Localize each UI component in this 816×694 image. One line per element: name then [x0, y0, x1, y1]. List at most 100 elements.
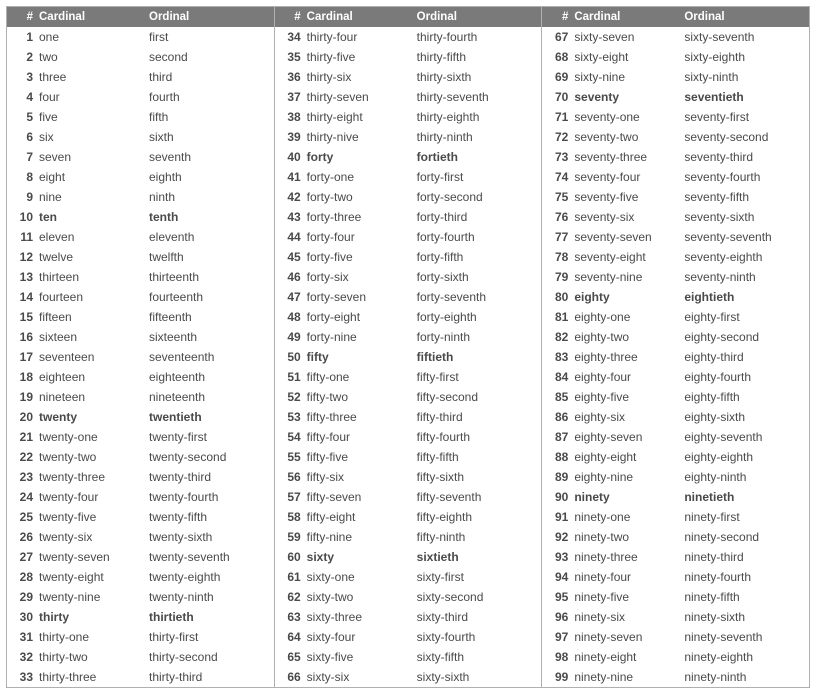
cell-ordinal: ninety-eighth — [680, 650, 809, 664]
cell-cardinal: eighty-three — [570, 350, 680, 364]
cell-cardinal: thirteen — [35, 270, 145, 284]
cell-cardinal: forty-eight — [303, 310, 413, 324]
cell-num: 13 — [7, 270, 35, 284]
table-row: 7sevenseventh — [7, 147, 274, 167]
cell-num: 54 — [275, 430, 303, 444]
cell-cardinal: eighty-six — [570, 410, 680, 424]
table-row: 49forty-nineforty-ninth — [275, 327, 542, 347]
cell-num: 63 — [275, 610, 303, 624]
cell-cardinal: forty-two — [303, 190, 413, 204]
cell-num: 4 — [7, 90, 35, 104]
cell-num: 97 — [542, 630, 570, 644]
cell-num: 11 — [7, 230, 35, 244]
cell-cardinal: seventy-four — [570, 170, 680, 184]
cell-cardinal: eighty-eight — [570, 450, 680, 464]
cell-cardinal: forty-four — [303, 230, 413, 244]
table-row: 69sixty-ninesixty-ninth — [542, 67, 809, 87]
cell-ordinal: twenty-sixth — [145, 530, 274, 544]
table-row: 62sixty-twosixty-second — [275, 587, 542, 607]
table-row: 81eighty-oneeighty-first — [542, 307, 809, 327]
cell-ordinal: fifteenth — [145, 310, 274, 324]
cell-cardinal: ninety-eight — [570, 650, 680, 664]
table-row: 60sixtysixtieth — [275, 547, 542, 567]
cell-num: 19 — [7, 390, 35, 404]
table-row: 65sixty-fivesixty-fifth — [275, 647, 542, 667]
cell-ordinal: sixty-seventh — [680, 30, 809, 44]
table-row: 94ninety-fourninety-fourth — [542, 567, 809, 587]
table-row: 86eighty-sixeighty-sixth — [542, 407, 809, 427]
table-row: 45forty-fiveforty-fifth — [275, 247, 542, 267]
cell-ordinal: thirtieth — [145, 610, 274, 624]
table-row: 76seventy-sixseventy-sixth — [542, 207, 809, 227]
table-row: 1onefirst — [7, 27, 274, 47]
cell-ordinal: seventy-third — [680, 150, 809, 164]
cell-num: 45 — [275, 250, 303, 264]
cell-num: 37 — [275, 90, 303, 104]
cell-cardinal: three — [35, 70, 145, 84]
table-row: 59fifty-ninefifty-ninth — [275, 527, 542, 547]
header-num: # — [542, 11, 570, 23]
cell-ordinal: ninety-sixth — [680, 610, 809, 624]
table-row: 78seventy-eightseventy-eighth — [542, 247, 809, 267]
table-row: 17seventeenseventeenth — [7, 347, 274, 367]
cell-ordinal: eightieth — [680, 290, 809, 304]
cell-ordinal: sixty-first — [413, 570, 542, 584]
header-cardinal: Cardinal — [570, 11, 680, 23]
cell-cardinal: twenty-nine — [35, 590, 145, 604]
cell-cardinal: nineteen — [35, 390, 145, 404]
cell-ordinal: eighty-seventh — [680, 430, 809, 444]
cell-cardinal: fifteen — [35, 310, 145, 324]
cell-cardinal: twenty-five — [35, 510, 145, 524]
table-row: 43forty-threeforty-third — [275, 207, 542, 227]
cell-ordinal: eighty-fourth — [680, 370, 809, 384]
cell-ordinal: sixtieth — [413, 550, 542, 564]
header-ordinal: Ordinal — [145, 11, 274, 23]
table-row: 18eighteeneighteenth — [7, 367, 274, 387]
cell-ordinal: sixty-ninth — [680, 70, 809, 84]
cell-ordinal: fifty-third — [413, 410, 542, 424]
table-row: 38thirty-eightthirty-eighth — [275, 107, 542, 127]
table-row: 93ninety-threeninety-third — [542, 547, 809, 567]
cell-cardinal: ninety-six — [570, 610, 680, 624]
cell-cardinal: sixty-nine — [570, 70, 680, 84]
cell-num: 69 — [542, 70, 570, 84]
cell-num: 81 — [542, 310, 570, 324]
cell-cardinal: seventy-three — [570, 150, 680, 164]
cell-ordinal: seventy-ninth — [680, 270, 809, 284]
cell-num: 42 — [275, 190, 303, 204]
cell-cardinal: seventy-seven — [570, 230, 680, 244]
cell-ordinal: first — [145, 30, 274, 44]
cell-cardinal: ninety-one — [570, 510, 680, 524]
cell-ordinal: thirty-seventh — [413, 90, 542, 104]
cell-num: 66 — [275, 670, 303, 684]
cell-cardinal: fifty-three — [303, 410, 413, 424]
cell-cardinal: eighty-five — [570, 390, 680, 404]
cell-num: 87 — [542, 430, 570, 444]
cell-ordinal: seventy-fourth — [680, 170, 809, 184]
cell-cardinal: eighty-two — [570, 330, 680, 344]
cell-num: 2 — [7, 50, 35, 64]
cell-cardinal: eighteen — [35, 370, 145, 384]
cell-num: 64 — [275, 630, 303, 644]
table-row: 14fourteenfourteenth — [7, 287, 274, 307]
cell-num: 49 — [275, 330, 303, 344]
table-row: 35thirty-fivethirty-fifth — [275, 47, 542, 67]
cell-ordinal: eighty-second — [680, 330, 809, 344]
cell-num: 78 — [542, 250, 570, 264]
cell-cardinal: twenty-three — [35, 470, 145, 484]
cell-cardinal: sixty — [303, 550, 413, 564]
table-row: 33thirty-threethirty-third — [7, 667, 274, 687]
cell-cardinal: eight — [35, 170, 145, 184]
cell-cardinal: ninety — [570, 490, 680, 504]
cell-cardinal: twenty-two — [35, 450, 145, 464]
cell-ordinal: fifty-second — [413, 390, 542, 404]
cell-ordinal: twenty-third — [145, 470, 274, 484]
cell-num: 34 — [275, 30, 303, 44]
cell-cardinal: thirty-five — [303, 50, 413, 64]
cell-ordinal: fifty-first — [413, 370, 542, 384]
table-row: 67sixty-sevensixty-seventh — [542, 27, 809, 47]
cell-cardinal: ninety-four — [570, 570, 680, 584]
table-row: 88eighty-eighteighty-eighth — [542, 447, 809, 467]
cell-num: 96 — [542, 610, 570, 624]
table-row: 71seventy-oneseventy-first — [542, 107, 809, 127]
